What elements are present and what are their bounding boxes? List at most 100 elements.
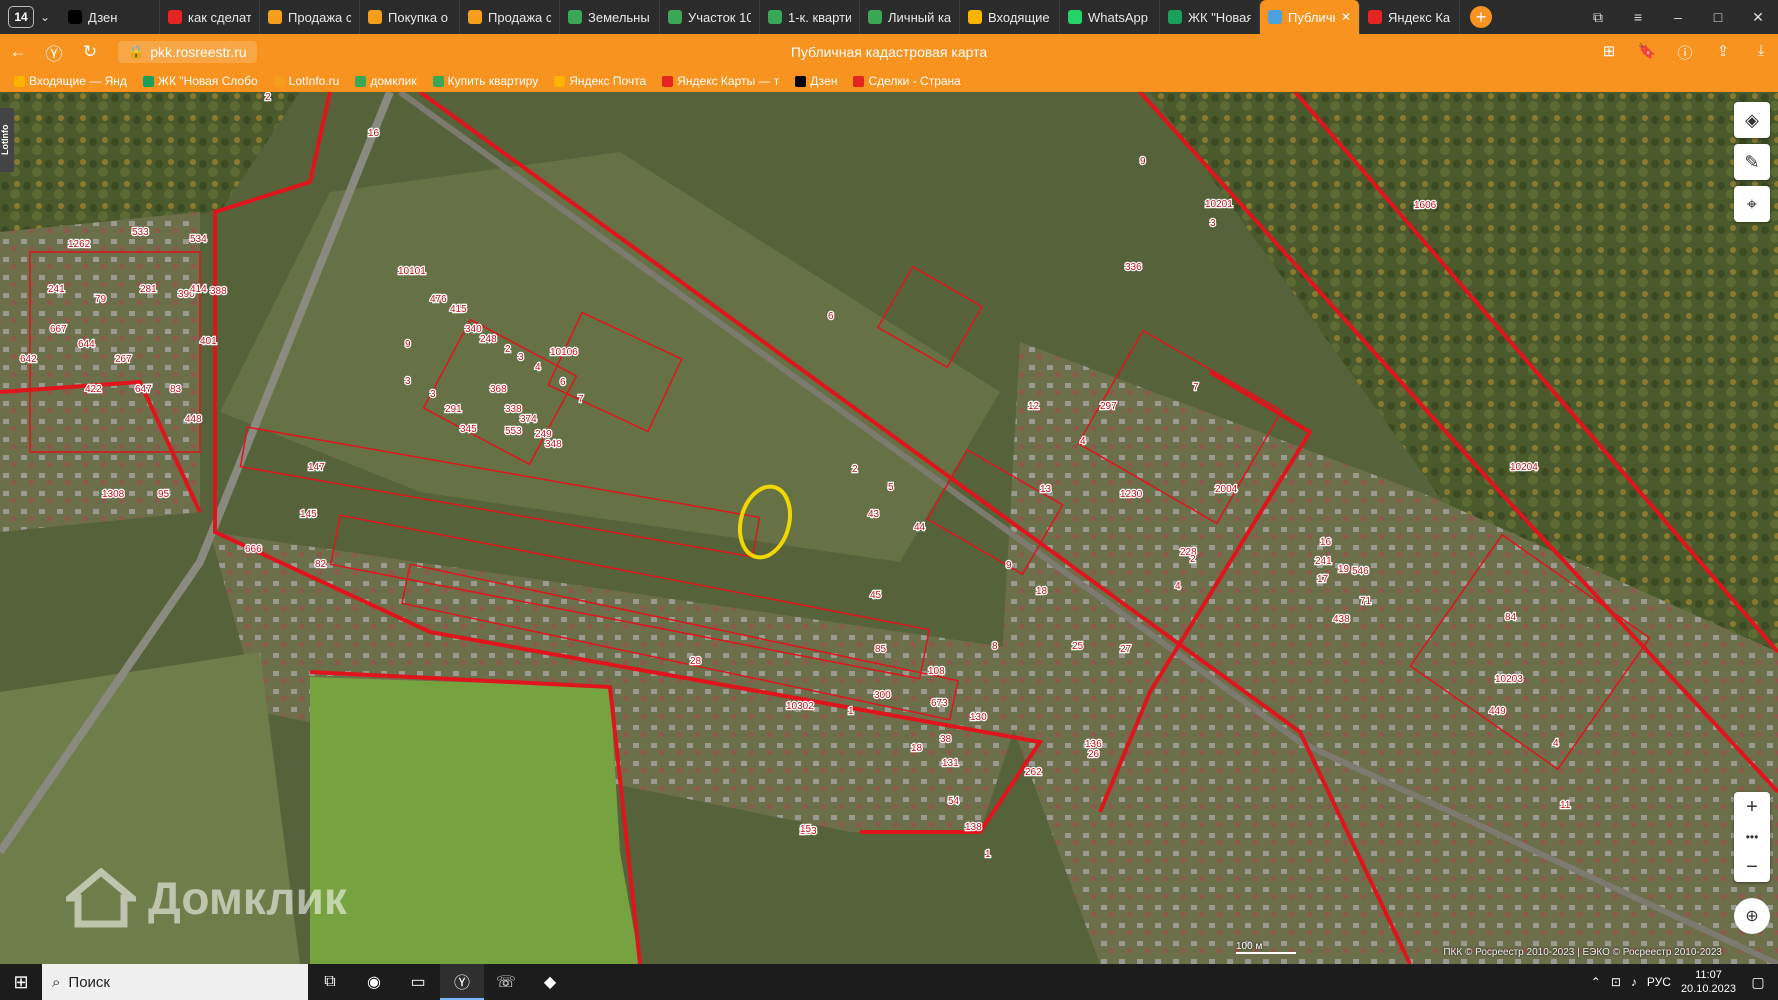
parcel-label[interactable]: 438 [1332,613,1352,627]
browser-tab[interactable]: Входящие [960,0,1060,34]
parcel-label[interactable]: 7 [1192,381,1201,395]
parcel-label[interactable]: 644 [77,338,97,352]
bookmark-item[interactable]: Сделки - Страна [853,74,961,88]
parcel-label[interactable]: 131 [941,757,961,771]
reload-icon[interactable]: ↻ [72,42,108,62]
parcel-label[interactable]: 1 [984,848,993,862]
network-icon[interactable]: ⊡ [1611,975,1621,989]
menu-icon[interactable]: ≡ [1618,9,1658,26]
parcel-label[interactable]: 95 [157,488,171,502]
parcel-label[interactable]: 300 [873,689,893,703]
parcel-label[interactable]: 18 [1035,585,1049,599]
parcel-label[interactable]: 374 [519,413,539,427]
parcel-label[interactable]: 534 [189,233,209,247]
parcel-label[interactable]: 4 [1552,737,1561,751]
bookmark-item[interactable]: Яндекс Карты — т [662,74,779,88]
parcel-label[interactable]: 291 [444,403,464,417]
bookmark-item[interactable]: Купить квартиру [432,74,538,88]
bookmark-item[interactable]: LotInfo.ru [273,74,339,88]
bookmark-item[interactable]: ЖК "Новая Слобо [142,74,258,88]
parcel-label[interactable]: 448 [184,413,204,427]
parcel-label[interactable]: 415 [449,303,469,317]
parcel-label[interactable]: 4 [1079,435,1088,449]
browser-tab[interactable]: ЖК "Новая [1160,0,1260,34]
parcel-label[interactable]: 27 [1119,643,1133,657]
parcel-label[interactable]: 5 [887,481,896,495]
chevron-down-icon[interactable]: ⌄ [34,10,56,24]
parcel-label[interactable]: 348 [544,438,564,452]
close-icon[interactable]: ✕ [1341,10,1351,24]
parcel-label[interactable]: 145 [299,508,319,522]
language-indicator[interactable]: РУС [1647,975,1671,989]
info-icon[interactable]: ⓘ [1668,42,1702,63]
share-icon[interactable]: ⇪ [1706,42,1740,63]
close-window-button[interactable]: ✕ [1738,9,1778,26]
parcel-label[interactable]: 10101 [397,265,428,279]
parcel-label[interactable]: 1262 [67,238,92,252]
compass-icon[interactable]: ⊕ [1734,898,1770,934]
bookmark-item[interactable]: домклик [355,74,417,88]
browser-tab[interactable]: Продажа с [460,0,560,34]
parcel-label[interactable]: 1 [847,705,856,719]
parcel-label[interactable]: 12 [1027,400,1041,414]
parcel-label[interactable]: 85 [874,643,888,657]
collections-icon[interactable]: ⧉ [1578,9,1618,26]
tab-counter-button[interactable]: 14 [8,6,34,28]
parcel-label[interactable]: 1308 [101,488,126,502]
parcel-label[interactable]: 25 [1071,640,1085,654]
parcel-label[interactable]: 18 [910,742,924,756]
parcel-label[interactable]: 297 [1099,400,1119,414]
download-icon[interactable]: ⤓ [1744,42,1778,63]
minimize-button[interactable]: – [1658,9,1698,26]
parcel-label[interactable]: 4 [534,361,543,375]
browser-tab[interactable]: Личный ка [860,0,960,34]
parcel-label[interactable]: 2 [504,343,513,357]
yandex-icon[interactable]: Ⓨ [36,40,72,65]
parcel-label[interactable]: 9 [1005,559,1014,573]
locate-icon[interactable]: ⌖ [1734,186,1770,222]
parcel-label[interactable]: 1230 [1119,488,1144,502]
clock[interactable]: 11:07 20.10.2023 [1681,968,1736,996]
parcel-label[interactable]: 10203 [1494,673,1525,687]
parcel-label[interactable]: 19 [1337,563,1351,577]
parcel-label[interactable]: 666 [244,543,264,557]
parcel-label[interactable]: 241 [1314,555,1334,569]
parcel-label[interactable]: 28 [689,655,703,669]
parcel-label[interactable]: 79 [94,293,108,307]
parcel-label[interactable]: 241 [47,283,67,297]
parcel-label[interactable]: 10201 [1204,198,1235,212]
parcel-label[interactable]: 6 [559,376,568,390]
parcel-label[interactable]: 546 [1351,565,1371,579]
parcel-label[interactable]: 449 [1488,705,1508,719]
bookmark-item[interactable]: Дзен [795,74,837,88]
parcel-label[interactable]: 9 [404,338,413,352]
parcel-label[interactable]: 6 [827,310,836,324]
extension-icon[interactable]: ⊞ [1592,42,1626,63]
new-tab-button[interactable]: + [1470,6,1492,28]
parcel-label[interactable]: 8 [991,640,1000,654]
parcel-label[interactable]: 17 [1316,573,1330,587]
parcel-label[interactable]: 667 [49,323,69,337]
bookmark-icon[interactable]: 🔖 [1630,42,1664,63]
parcel-label[interactable]: 130 [969,711,989,725]
parcel-label[interactable]: 248 [479,333,499,347]
parcel-label[interactable]: 2 [851,463,860,477]
parcel-label[interactable]: 108 [927,665,947,679]
parcel-label[interactable]: 45 [869,589,883,603]
zoom-out-button[interactable]: − [1734,852,1770,882]
bookmark-item[interactable]: Входящие — Янд [14,74,127,88]
browser-tab[interactable]: Дзен [60,0,160,34]
zoom-in-button[interactable]: + [1734,792,1770,822]
parcel-label[interactable]: 3 [517,351,526,365]
alice-assistant-icon[interactable]: ◉ [352,964,396,1000]
parcel-label[interactable]: 267 [114,353,134,367]
cadastral-map[interactable]: 2 16 1262 533 534 241 79 281 390 388 414 667 644 267 6… [0,92,1778,964]
parcel-label[interactable]: 10106 [549,346,580,360]
parcel-label[interactable]: 13 [1039,483,1053,497]
parcel-label[interactable]: 83 [169,383,183,397]
parcel-label[interactable]: 71 [1359,595,1373,609]
parcel-label[interactable]: 10204 [1509,461,1540,475]
ruler-icon[interactable]: ✎ [1734,144,1770,180]
back-arrow-icon[interactable]: ← [0,42,36,62]
maximize-button[interactable]: □ [1698,9,1738,26]
